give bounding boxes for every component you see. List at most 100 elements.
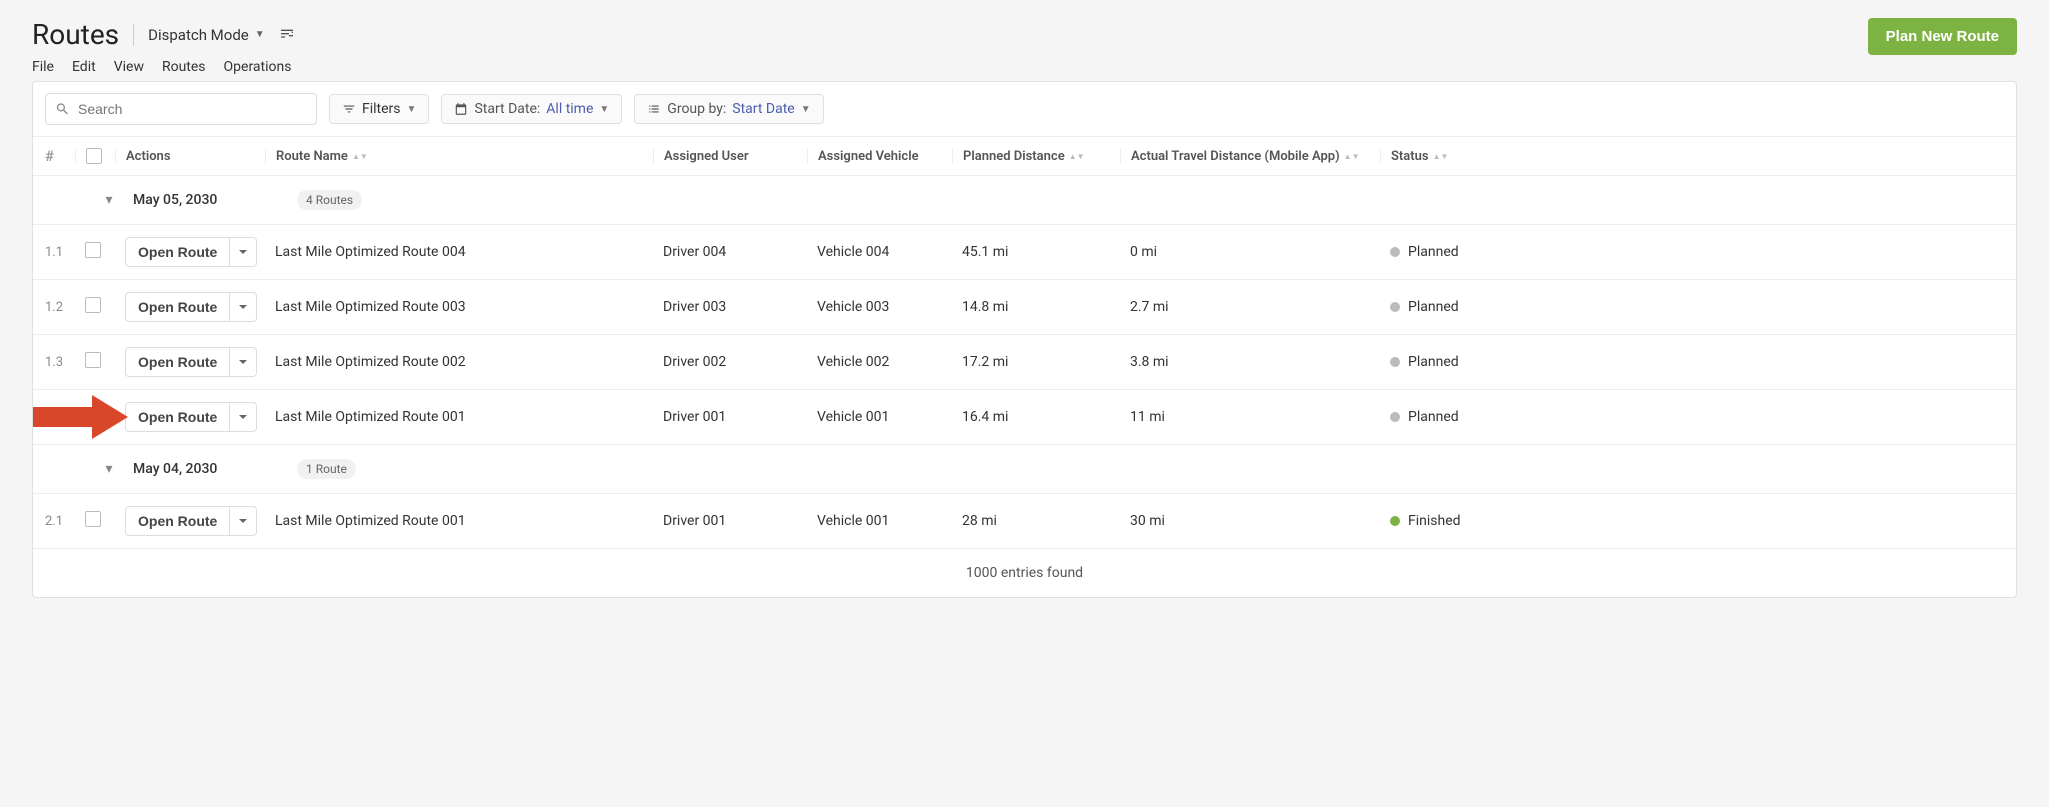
row-checkbox[interactable] [85,511,101,527]
cell-planned-distance: 45.1 mi [962,244,1130,260]
cell-actual-distance: 0 mi [1130,244,1390,260]
column-status[interactable]: Status▲▼ [1380,149,1540,164]
cell-status: Planned [1390,244,1540,260]
filters-button[interactable]: Filters ▼ [329,94,429,124]
column-assigned-user: Assigned User [653,149,817,164]
open-route-dropdown[interactable] [230,506,257,536]
status-dot-icon [1390,516,1400,526]
open-route-dropdown[interactable] [230,347,257,377]
open-route-button[interactable]: Open Route [125,237,230,267]
cell-assigned-vehicle: Vehicle 004 [817,244,962,260]
open-route-dropdown[interactable] [230,292,257,322]
cell-planned-distance: 16.4 mi [962,409,1130,425]
row-index: 1.2 [45,300,85,315]
cell-planned-distance: 17.2 mi [962,354,1130,370]
cell-actual-distance: 2.7 mi [1130,299,1390,315]
open-route-dropdown[interactable] [230,402,257,432]
cell-route-name: Last Mile Optimized Route 003 [275,299,663,315]
column-assigned-vehicle: Assigned Vehicle [807,149,962,164]
cell-route-name: Last Mile Optimized Route 001 [275,409,663,425]
cell-planned-distance: 14.8 mi [962,299,1130,315]
status-dot-icon [1390,302,1400,312]
menu-view[interactable]: View [114,59,144,75]
dispatch-mode-label: Dispatch Mode [148,26,249,44]
group-date: May 04, 2030 [133,461,283,477]
table-row: Open Route Last Mile Optimized Route 001… [33,390,2016,445]
chevron-down-icon: ▼ [407,104,417,115]
cell-assigned-user: Driver 002 [663,354,817,370]
row-index: 1.3 [45,355,85,370]
row-checkbox[interactable] [85,297,101,313]
table-row: 1.1 Open Route Last Mile Optimized Route… [33,225,2016,280]
menu-file[interactable]: File [32,59,54,75]
start-date-label: Start Date: [474,101,540,117]
open-route-dropdown[interactable] [230,237,257,267]
row-checkbox[interactable] [85,352,101,368]
chevron-down-icon: ▼ [255,29,265,40]
status-dot-icon [1390,247,1400,257]
cell-status: Planned [1390,299,1540,315]
start-date-filter[interactable]: Start Date: All time ▼ [441,94,622,124]
status-dot-icon [1390,412,1400,422]
table-row: 2.1 Open Route Last Mile Optimized Route… [33,494,2016,549]
table-row: 1.3 Open Route Last Mile Optimized Route… [33,335,2016,390]
column-actions: Actions [115,149,275,164]
cell-planned-distance: 28 mi [962,513,1130,529]
start-date-value: All time [546,101,593,117]
cell-assigned-vehicle: Vehicle 002 [817,354,962,370]
column-route-name[interactable]: Route Name▲▼ [265,149,663,164]
cell-assigned-user: Driver 001 [663,409,817,425]
row-index: 1.1 [45,245,85,260]
cell-actual-distance: 3.8 mi [1130,354,1390,370]
row-checkbox[interactable] [85,242,101,258]
group-count-badge: 4 Routes [297,190,362,210]
menu-routes[interactable]: Routes [162,59,206,75]
cell-status: Finished [1390,513,1540,529]
page-title: Routes [32,18,119,51]
cell-actual-distance: 30 mi [1130,513,1390,529]
chevron-down-icon[interactable]: ▾ [99,461,119,477]
cell-assigned-user: Driver 003 [663,299,817,315]
cell-assigned-user: Driver 001 [663,513,817,529]
row-checkbox[interactable] [85,407,101,423]
group-by-label: Group by: [667,101,726,117]
dispatch-mode-dropdown[interactable]: Dispatch Mode ▼ [148,26,265,44]
cell-route-name: Last Mile Optimized Route 004 [275,244,663,260]
calendar-icon [454,102,468,116]
cell-status: Planned [1390,409,1540,425]
row-index: 2.1 [45,514,85,529]
cell-assigned-user: Driver 004 [663,244,817,260]
sort-icon: ▲▼ [1069,154,1085,159]
settings-icon[interactable] [279,25,295,45]
open-route-button[interactable]: Open Route [125,506,230,536]
group-count-badge: 1 Route [297,459,356,479]
routes-panel: Filters ▼ Start Date: All time ▼ Group b… [32,81,2017,598]
group-date: May 05, 2030 [133,192,283,208]
cell-route-name: Last Mile Optimized Route 002 [275,354,663,370]
group-by-filter[interactable]: Group by: Start Date ▼ [634,94,823,124]
cell-actual-distance: 11 mi [1130,409,1390,425]
divider [133,24,134,46]
menu-operations[interactable]: Operations [224,59,292,75]
open-route-button[interactable]: Open Route [125,292,230,322]
column-actual-distance[interactable]: Actual Travel Distance (Mobile App)▲▼ [1120,149,1390,164]
sort-icon: ▲▼ [1433,154,1449,159]
open-route-button[interactable]: Open Route [125,402,230,432]
chevron-down-icon: ▼ [599,104,609,115]
table-header: # Actions Route Name▲▼ Assigned User Ass… [33,136,2016,176]
chevron-down-icon[interactable]: ▾ [99,192,119,208]
cell-assigned-vehicle: Vehicle 001 [817,513,962,529]
status-dot-icon [1390,357,1400,367]
group-row: ▾ May 05, 2030 4 Routes [33,176,2016,225]
plan-new-route-button[interactable]: Plan New Route [1868,18,2017,55]
menu-bar: File Edit View Routes Operations [32,59,295,75]
search-input[interactable] [45,93,317,125]
cell-assigned-vehicle: Vehicle 003 [817,299,962,315]
menu-edit[interactable]: Edit [72,59,96,75]
open-route-button[interactable]: Open Route [125,347,230,377]
select-all-checkbox[interactable] [86,148,102,164]
cell-status: Planned [1390,354,1540,370]
column-planned-distance[interactable]: Planned Distance▲▼ [952,149,1130,164]
table-row: 1.2 Open Route Last Mile Optimized Route… [33,280,2016,335]
filters-label: Filters [362,101,401,117]
